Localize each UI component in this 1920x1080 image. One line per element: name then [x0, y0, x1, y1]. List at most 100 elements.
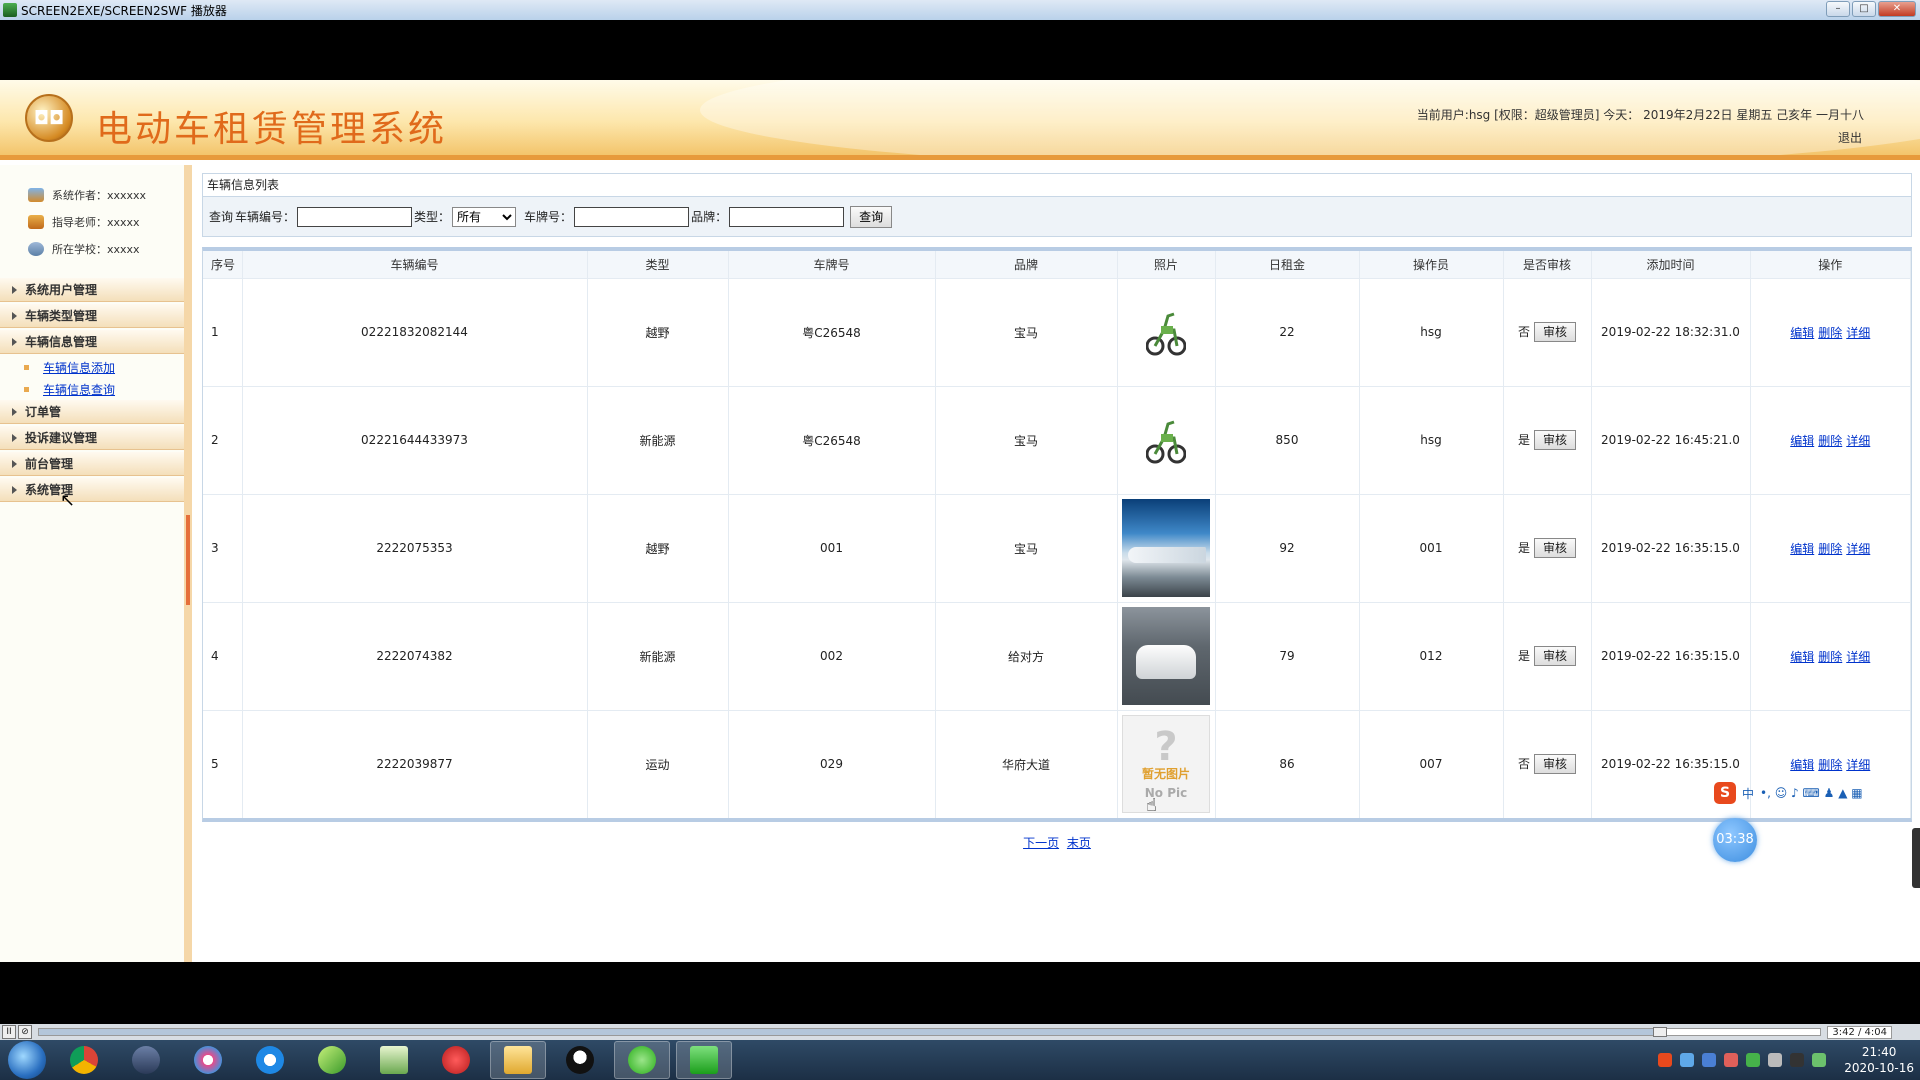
sogou-ime-icon[interactable]: S — [1714, 782, 1736, 804]
folder-icon[interactable] — [490, 1041, 546, 1079]
network-icon[interactable] — [1680, 1053, 1695, 1067]
cell-brand: 给对方 — [935, 601, 1118, 710]
minimize-button[interactable]: – — [1826, 1, 1850, 17]
seek-bar[interactable] — [38, 1027, 1822, 1037]
detail-link[interactable]: 详细 — [1846, 434, 1870, 448]
last-page-link[interactable]: 末页 — [1067, 836, 1091, 850]
player-icon[interactable] — [676, 1041, 732, 1079]
delete-link[interactable]: 删除 — [1818, 650, 1842, 664]
ime-tool-icons[interactable]: •, ☺ ♪ ⌨ ♟ ▲ ▦ — [1760, 786, 1863, 800]
shield-icon[interactable] — [1702, 1053, 1717, 1067]
menu-orders[interactable]: 订单管 — [0, 400, 184, 424]
no-pic-placeholder: ? 暂无图片 No Pic — [1122, 715, 1210, 814]
chart-icon[interactable] — [366, 1041, 422, 1079]
detail-link[interactable]: 详细 — [1846, 542, 1870, 556]
clock-time: 21:40 — [1861, 1045, 1897, 1059]
cell-brand: 宝马 — [935, 385, 1118, 494]
close-button[interactable]: ✕ — [1878, 1, 1916, 17]
ime-tray-icon[interactable] — [1658, 1053, 1673, 1067]
battery-icon[interactable] — [1812, 1053, 1827, 1067]
wechat-icon[interactable] — [614, 1041, 670, 1079]
cell-operator: 007 — [1359, 709, 1504, 818]
code-label: 车辆编号： — [235, 210, 296, 224]
user-icon — [28, 187, 44, 202]
menu-system-users[interactable]: 系统用户管理 — [0, 278, 184, 302]
type-select[interactable]: 所有 — [452, 206, 517, 227]
detail-link[interactable]: 详细 — [1846, 758, 1870, 772]
playback-time: 3:42 / 4:04 — [1827, 1025, 1892, 1039]
detail-link[interactable]: 详细 — [1846, 650, 1870, 664]
qq-icon[interactable] — [552, 1041, 608, 1079]
plate-label: 车牌号： — [524, 210, 573, 224]
cell-plate: 001 — [728, 493, 936, 602]
sidebar-splitter-handle[interactable] — [186, 515, 190, 605]
menu-complaints[interactable]: 投诉建议管理 — [0, 426, 184, 450]
qq-tray-icon[interactable] — [1790, 1053, 1805, 1067]
edit-link[interactable]: 编辑 — [1790, 434, 1814, 448]
audit-button[interactable]: 审核 — [1534, 538, 1577, 558]
leaf-icon[interactable] — [304, 1041, 360, 1079]
ime-mode-label[interactable]: 中 — [1742, 785, 1754, 802]
maximize-button[interactable]: □ — [1852, 1, 1876, 17]
detail-link[interactable]: 详细 — [1846, 326, 1870, 340]
brand-input[interactable] — [729, 206, 845, 227]
edit-link[interactable]: 编辑 — [1790, 326, 1814, 340]
stop-button[interactable]: ⊘ — [18, 1025, 32, 1039]
audit-button[interactable]: 审核 — [1534, 646, 1577, 666]
audit-button[interactable]: 审核 — [1534, 322, 1577, 342]
pause-button[interactable]: II — [2, 1025, 16, 1039]
edit-link[interactable]: 编辑 — [1790, 650, 1814, 664]
cell-actions: 编辑 删除 详细 — [1750, 385, 1911, 494]
delete-link[interactable]: 删除 — [1818, 758, 1842, 772]
delete-link[interactable]: 删除 — [1818, 434, 1842, 448]
table-row: 3 2222075353 越野 001 宝马 92 001 是审核 2019-0… — [203, 493, 1911, 602]
taskbar: 21:40 2020-10-16 — [0, 1040, 1920, 1080]
col-type: 类型 — [587, 251, 729, 278]
browser-icon[interactable] — [242, 1041, 298, 1079]
chrome-icon[interactable] — [56, 1041, 112, 1079]
cell-type: 越野 — [587, 277, 729, 386]
next-page-link[interactable]: 下一页 — [1023, 836, 1059, 850]
menu-vehicle-types[interactable]: 车辆类型管理 — [0, 304, 184, 328]
search-button[interactable]: 查询 — [850, 205, 893, 228]
audit-button[interactable]: 审核 — [1534, 754, 1577, 775]
seek-thumb[interactable] — [1653, 1027, 1668, 1037]
menu-label: 订单管 — [25, 405, 62, 419]
sidebar: 系统作者：xxxxxx 指导老师：xxxxx 所在学校：xxxxx 系统用户管理… — [0, 165, 192, 962]
col-audited: 是否审核 — [1503, 251, 1592, 278]
menu-vehicle-info[interactable]: 车辆信息管理 — [0, 330, 184, 354]
flash-icon[interactable] — [428, 1041, 484, 1079]
delete-link[interactable]: 删除 — [1818, 326, 1842, 340]
side-handle[interactable] — [1912, 828, 1920, 888]
security-icon[interactable] — [1724, 1053, 1739, 1067]
palette-icon[interactable] — [180, 1041, 236, 1079]
hand-cursor-icon: ☝ — [1146, 795, 1157, 816]
teacher-info: 指导老师：xxxxx — [0, 208, 184, 235]
vehicle-add-link[interactable]: 车辆信息添加 — [43, 359, 115, 376]
menu-system[interactable]: 系统管理 — [0, 478, 184, 502]
table-row: 4 2222074382 新能源 002 给对方 79 012 是审核 2019… — [203, 601, 1911, 710]
vehicle-code-input[interactable] — [297, 206, 413, 227]
clock[interactable]: 21:40 2020-10-16 — [1844, 1044, 1914, 1076]
cell-no: 5 — [203, 709, 243, 818]
start-button[interactable] — [8, 1041, 46, 1079]
audit-button[interactable]: 审核 — [1534, 430, 1577, 450]
cell-actions: 编辑 删除 详细 — [1750, 601, 1911, 710]
cell-photo: ? 暂无图片 No Pic — [1117, 709, 1216, 818]
recording-timer[interactable]: 03:38 — [1713, 818, 1757, 862]
menu-frontend[interactable]: 前台管理 — [0, 452, 184, 476]
edit-link[interactable]: 编辑 — [1790, 758, 1814, 772]
menu-label: 系统用户管理 — [25, 283, 98, 297]
cell-plate: 粤C26548 — [728, 277, 936, 386]
edit-link[interactable]: 编辑 — [1790, 542, 1814, 556]
volume-icon[interactable] — [1768, 1053, 1783, 1067]
wechat-tray-icon[interactable] — [1746, 1053, 1761, 1067]
vehicle-query-link[interactable]: 车辆信息查询 — [43, 381, 115, 398]
terminal-icon[interactable] — [118, 1041, 174, 1079]
delete-link[interactable]: 删除 — [1818, 542, 1842, 556]
plate-input[interactable] — [574, 206, 690, 227]
col-no: 序号 — [203, 251, 243, 278]
question-icon: ? — [1154, 723, 1178, 770]
logout-link[interactable]: 退出 — [1838, 129, 1862, 146]
cell-audited: 否审核 — [1503, 709, 1592, 818]
